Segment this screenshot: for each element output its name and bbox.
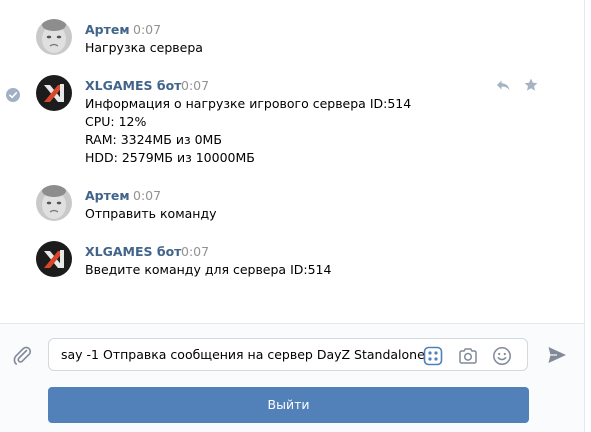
avatar-artem[interactable] <box>36 19 72 55</box>
message-text: Информация о нагрузке игрового сервера I… <box>85 96 412 111</box>
message-history[interactable]: Артем 0:07 Нагрузка сервера XLGAMES бот … <box>0 0 584 323</box>
message-text: Нагрузка сервера <box>85 40 203 55</box>
message-item[interactable]: Артем 0:07 Нагрузка сервера <box>0 14 584 58</box>
message-text: Введите команду для сервера ID:514 <box>85 262 332 277</box>
exit-button[interactable]: Выйти <box>48 387 529 423</box>
message-input[interactable]: say -1 Отправка сообщения на сервер DayZ… <box>48 338 528 371</box>
camera-icon[interactable] <box>458 346 478 366</box>
avatar-xlgames-bot[interactable] <box>36 241 72 277</box>
send-arrow-icon[interactable] <box>546 344 568 366</box>
message-author[interactable]: XLGAMES бот <box>85 244 181 259</box>
message-author[interactable]: XLGAMES бот <box>85 78 181 93</box>
message-time[interactable]: 0:07 <box>133 188 161 203</box>
paperclip-icon[interactable] <box>11 344 33 366</box>
check-circle-icon[interactable] <box>6 88 20 102</box>
message-author[interactable]: Артем <box>85 188 130 203</box>
message-composer: say -1 Отправка сообщения на сервер DayZ… <box>0 324 584 432</box>
message-item[interactable]: XLGAMES бот 0:07 Информация о нагрузке и… <box>0 70 584 170</box>
message-time[interactable]: 0:07 <box>181 78 209 93</box>
smile-icon[interactable] <box>492 346 512 366</box>
message-time[interactable]: 0:07 <box>133 22 161 37</box>
message-time[interactable]: 0:07 <box>181 244 209 259</box>
avatar-artem[interactable] <box>36 185 72 221</box>
message-text: HDD: 2579МБ из 10000МБ <box>85 150 255 165</box>
message-text: RAM: 3324МБ из 0МБ <box>85 132 222 147</box>
message-item[interactable]: Артем 0:07 Отправить команду <box>0 180 584 224</box>
message-author[interactable]: Артем <box>85 22 130 37</box>
message-item[interactable]: XLGAMES бот 0:07 Введите команду для сер… <box>0 236 584 280</box>
message-text: Отправить команду <box>85 206 217 221</box>
scrollbar-track[interactable] <box>584 0 585 432</box>
reply-icon[interactable] <box>495 77 511 93</box>
avatar-xlgames-bot[interactable] <box>36 75 72 111</box>
message-text: CPU: 12% <box>85 114 147 129</box>
star-icon[interactable] <box>523 77 539 93</box>
message-input-value[interactable]: say -1 Отправка сообщения на сервер DayZ… <box>61 347 425 362</box>
bot-keyboard-icon[interactable] <box>423 346 443 366</box>
